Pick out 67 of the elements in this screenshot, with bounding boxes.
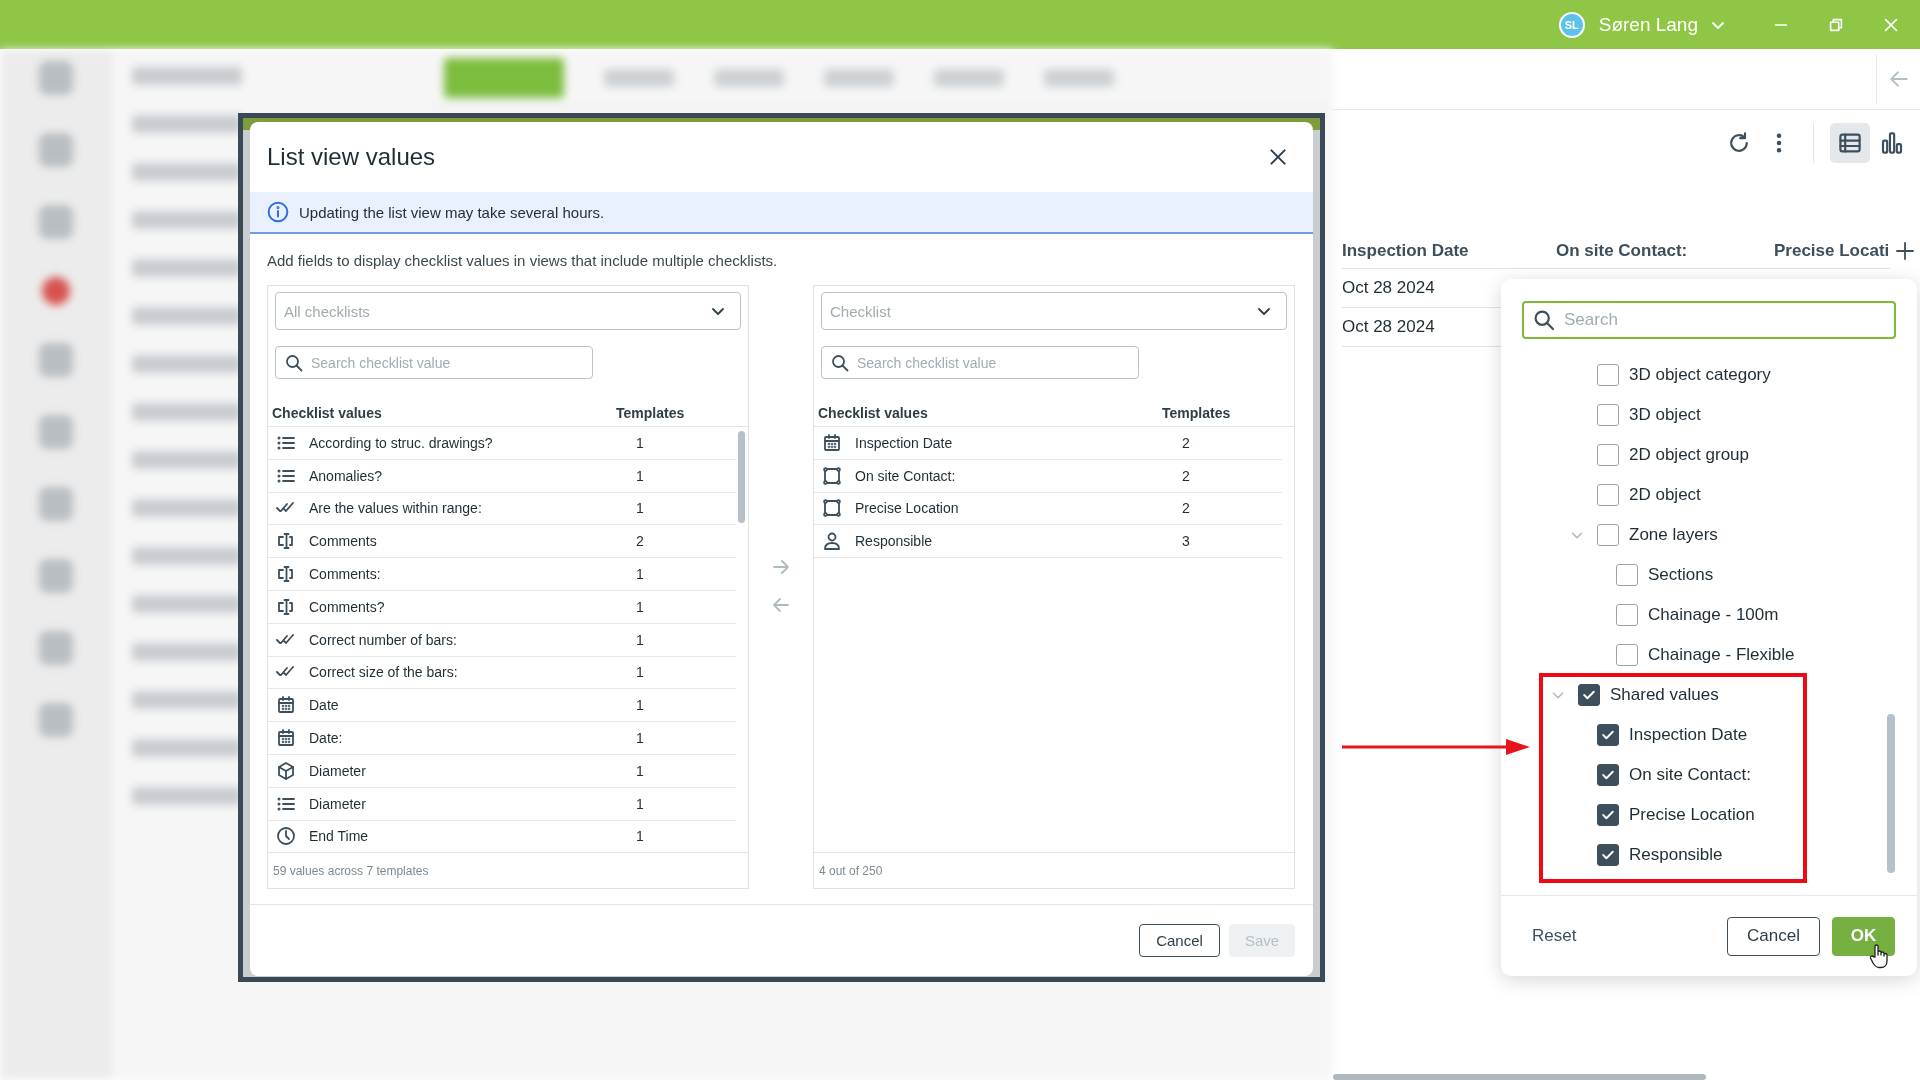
template-count: 1 (636, 730, 644, 747)
column-header[interactable]: Precise Locati (1774, 240, 1889, 261)
value-name[interactable]: Precise Location (855, 500, 1182, 517)
column-header: Templates (1162, 404, 1231, 421)
field-label[interactable]: Chainage - Flexible (1648, 645, 1795, 665)
field-label[interactable]: Precise Location (1629, 805, 1755, 825)
column-header: Checklist values (272, 404, 383, 421)
list-footer: 4 out of 250 (814, 852, 1294, 888)
cancel-button[interactable]: Cancel (1727, 916, 1820, 956)
value-name[interactable]: On site Contact: (855, 467, 1182, 484)
info-message: Updating the list view may take several hours. (299, 203, 605, 221)
column-header[interactable]: Inspection Date (1342, 240, 1556, 261)
cancel-button[interactable]: Cancel (1139, 924, 1220, 957)
template-count: 1 (636, 828, 644, 845)
template-count: 3 (1182, 533, 1190, 550)
value-name[interactable]: Diameter (309, 762, 636, 779)
search-field[interactable]: Search checklist value (275, 346, 593, 379)
template-count: 2 (1182, 467, 1190, 484)
search-field[interactable]: Search checklist value (821, 346, 1139, 379)
description-text: Add fields to display checklist values in views that include multiple checklists. (266, 251, 779, 270)
template-count: 1 (636, 566, 644, 583)
field-label[interactable]: 2D object (1629, 485, 1701, 505)
template-count: 1 (636, 697, 644, 714)
field-label[interactable]: Shared values (1610, 685, 1719, 705)
value-name[interactable]: Correct size of the bars: (309, 664, 636, 681)
field-label[interactable]: Sections (1648, 565, 1714, 585)
field-label[interactable]: 3D object (1629, 405, 1701, 425)
value-name[interactable]: Date (309, 697, 636, 714)
table-cell: Oct 28 2024 (1342, 278, 1435, 298)
template-count: 2 (1182, 434, 1190, 451)
value-name[interactable]: Are the values within range: (309, 500, 636, 517)
value-name[interactable]: Comments: (309, 566, 636, 583)
column-header[interactable]: On site Contact: (1556, 240, 1774, 261)
dialog-title: List view values (267, 143, 436, 171)
field-label[interactable]: On site Contact: (1629, 765, 1751, 785)
table-cell: Oct 28 2024 (1342, 317, 1435, 337)
field-label[interactable]: Chainage - 100m (1648, 605, 1779, 625)
value-name[interactable]: Responsible (855, 533, 1182, 550)
template-count: 1 (636, 598, 644, 615)
template-count: 1 (636, 500, 644, 517)
column-header: Checklist values (818, 404, 929, 421)
field-label[interactable]: Inspection Date (1629, 725, 1748, 745)
field-label[interactable]: 2D object group (1629, 445, 1750, 465)
column-header: Templates (616, 404, 685, 421)
template-count: 1 (636, 795, 644, 812)
template-count: 1 (636, 664, 644, 681)
search-field[interactable]: Search (1522, 301, 1896, 339)
template-count: 1 (636, 434, 644, 451)
value-name[interactable]: Anomalies? (309, 467, 636, 484)
template-count: 1 (636, 467, 644, 484)
value-name[interactable]: End Time (309, 828, 636, 845)
list-footer: 59 values across 7 templates (268, 852, 748, 888)
field-label[interactable]: Responsible (1629, 845, 1723, 865)
template-count: 2 (636, 533, 644, 550)
value-name[interactable]: Correct number of bars: (309, 631, 636, 648)
value-name[interactable]: According to struc. drawings? (309, 434, 636, 451)
template-count: 1 (636, 631, 644, 648)
value-name[interactable]: Inspection Date (855, 434, 1182, 451)
field-label[interactable]: 3D object category (1629, 365, 1771, 385)
value-name[interactable]: Comments? (309, 598, 636, 615)
reset-button[interactable]: Reset (1520, 920, 1589, 952)
template-count: 2 (1182, 500, 1190, 517)
value-name[interactable]: Date: (309, 730, 636, 747)
value-name[interactable]: Comments (309, 533, 636, 550)
field-label[interactable]: Zone layers (1629, 525, 1718, 545)
template-count: 1 (636, 762, 644, 779)
value-name[interactable]: Diameter (309, 795, 636, 812)
